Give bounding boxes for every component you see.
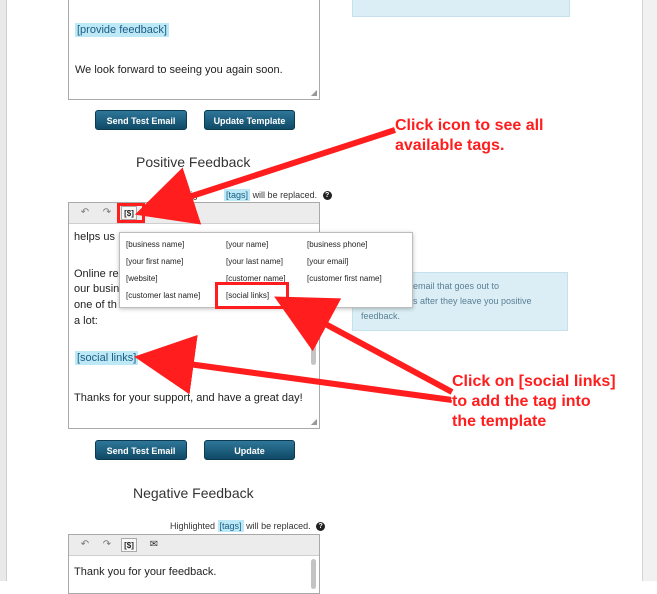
annotation-box-tags-button (117, 203, 145, 223)
tag-option[interactable]: [your first name] (126, 257, 183, 266)
positive-highlight-note: Highlig [tags] will be replaced. ? (170, 189, 332, 201)
resize-handle-icon[interactable]: ◢ (311, 417, 317, 426)
tag-option[interactable]: [your email] (307, 257, 348, 266)
negative-highlight-note: Highlighted [tags] will be replaced. ? (170, 520, 326, 532)
window-left-edge (0, 0, 7, 581)
tag-option[interactable]: [business phone] (307, 240, 368, 249)
editor-line: helps us (74, 231, 115, 243)
email-icon[interactable]: ✉ (146, 206, 162, 220)
editor-toolbar: ↶ ↷ [$] ✉ (69, 203, 319, 224)
email-icon[interactable]: ✉ (146, 538, 162, 552)
positive-feedback-title: Positive Feedback (136, 154, 251, 170)
redo-icon[interactable]: ↷ (99, 206, 115, 220)
editor-line: our busin (74, 283, 120, 295)
editor-line: Thank you for your feedback. (74, 566, 217, 578)
info-box-top (352, 0, 570, 17)
provide-feedback-tag[interactable]: [provide feedback] (75, 23, 169, 37)
tag-option[interactable]: [your last name] (226, 257, 283, 266)
editor-line: Online re (74, 268, 119, 280)
send-test-email-button[interactable]: Send Test Email (95, 110, 187, 130)
annotation-box-social-links (215, 282, 289, 309)
callout-tags-help: Click icon to see all available tags. (395, 117, 544, 154)
closing-line: We look forward to seeing you again soon… (75, 64, 283, 76)
editor-toolbar: ↶ ↷ [$] ✉ (69, 535, 319, 556)
resize-handle-icon[interactable]: ◢ (311, 88, 317, 97)
tag-option[interactable]: [your name] (226, 240, 268, 249)
previous-template-editor[interactable]: [provide feedback] We look forward to se… (68, 0, 320, 100)
send-test-email-button[interactable]: Send Test Email (95, 440, 187, 460)
negative-feedback-title: Negative Feedback (133, 485, 254, 501)
editor-scrollbar[interactable] (311, 559, 316, 589)
help-icon[interactable]: ? (316, 522, 326, 532)
help-icon[interactable]: ? (322, 191, 332, 201)
redo-icon[interactable]: ↷ (99, 538, 115, 552)
undo-icon[interactable]: ↶ (77, 206, 93, 220)
update-button[interactable]: Update (204, 440, 295, 460)
social-links-tag[interactable]: [social links] (75, 351, 139, 365)
tag-option[interactable]: [business name] (126, 240, 184, 249)
undo-icon[interactable]: ↶ (77, 538, 93, 552)
tag-option[interactable]: [website] (126, 274, 158, 283)
callout-social-links-help: Click on [social links] to add the tag i… (452, 373, 616, 430)
tag-option[interactable]: [customer first name] (307, 274, 382, 283)
window-scrollbar-track[interactable] (642, 0, 657, 581)
closing-line: Thanks for your support, and have a grea… (74, 392, 303, 404)
negative-feedback-editor[interactable]: ↶ ↷ [$] ✉ Thank you for your feedback. (68, 534, 320, 594)
editor-line: a lot: (74, 315, 98, 327)
update-template-button[interactable]: Update Template (204, 110, 295, 130)
tag-option[interactable]: [customer last name] (126, 291, 200, 300)
editor-line: one of th (74, 299, 117, 311)
tags-button[interactable]: [$] (121, 538, 137, 552)
